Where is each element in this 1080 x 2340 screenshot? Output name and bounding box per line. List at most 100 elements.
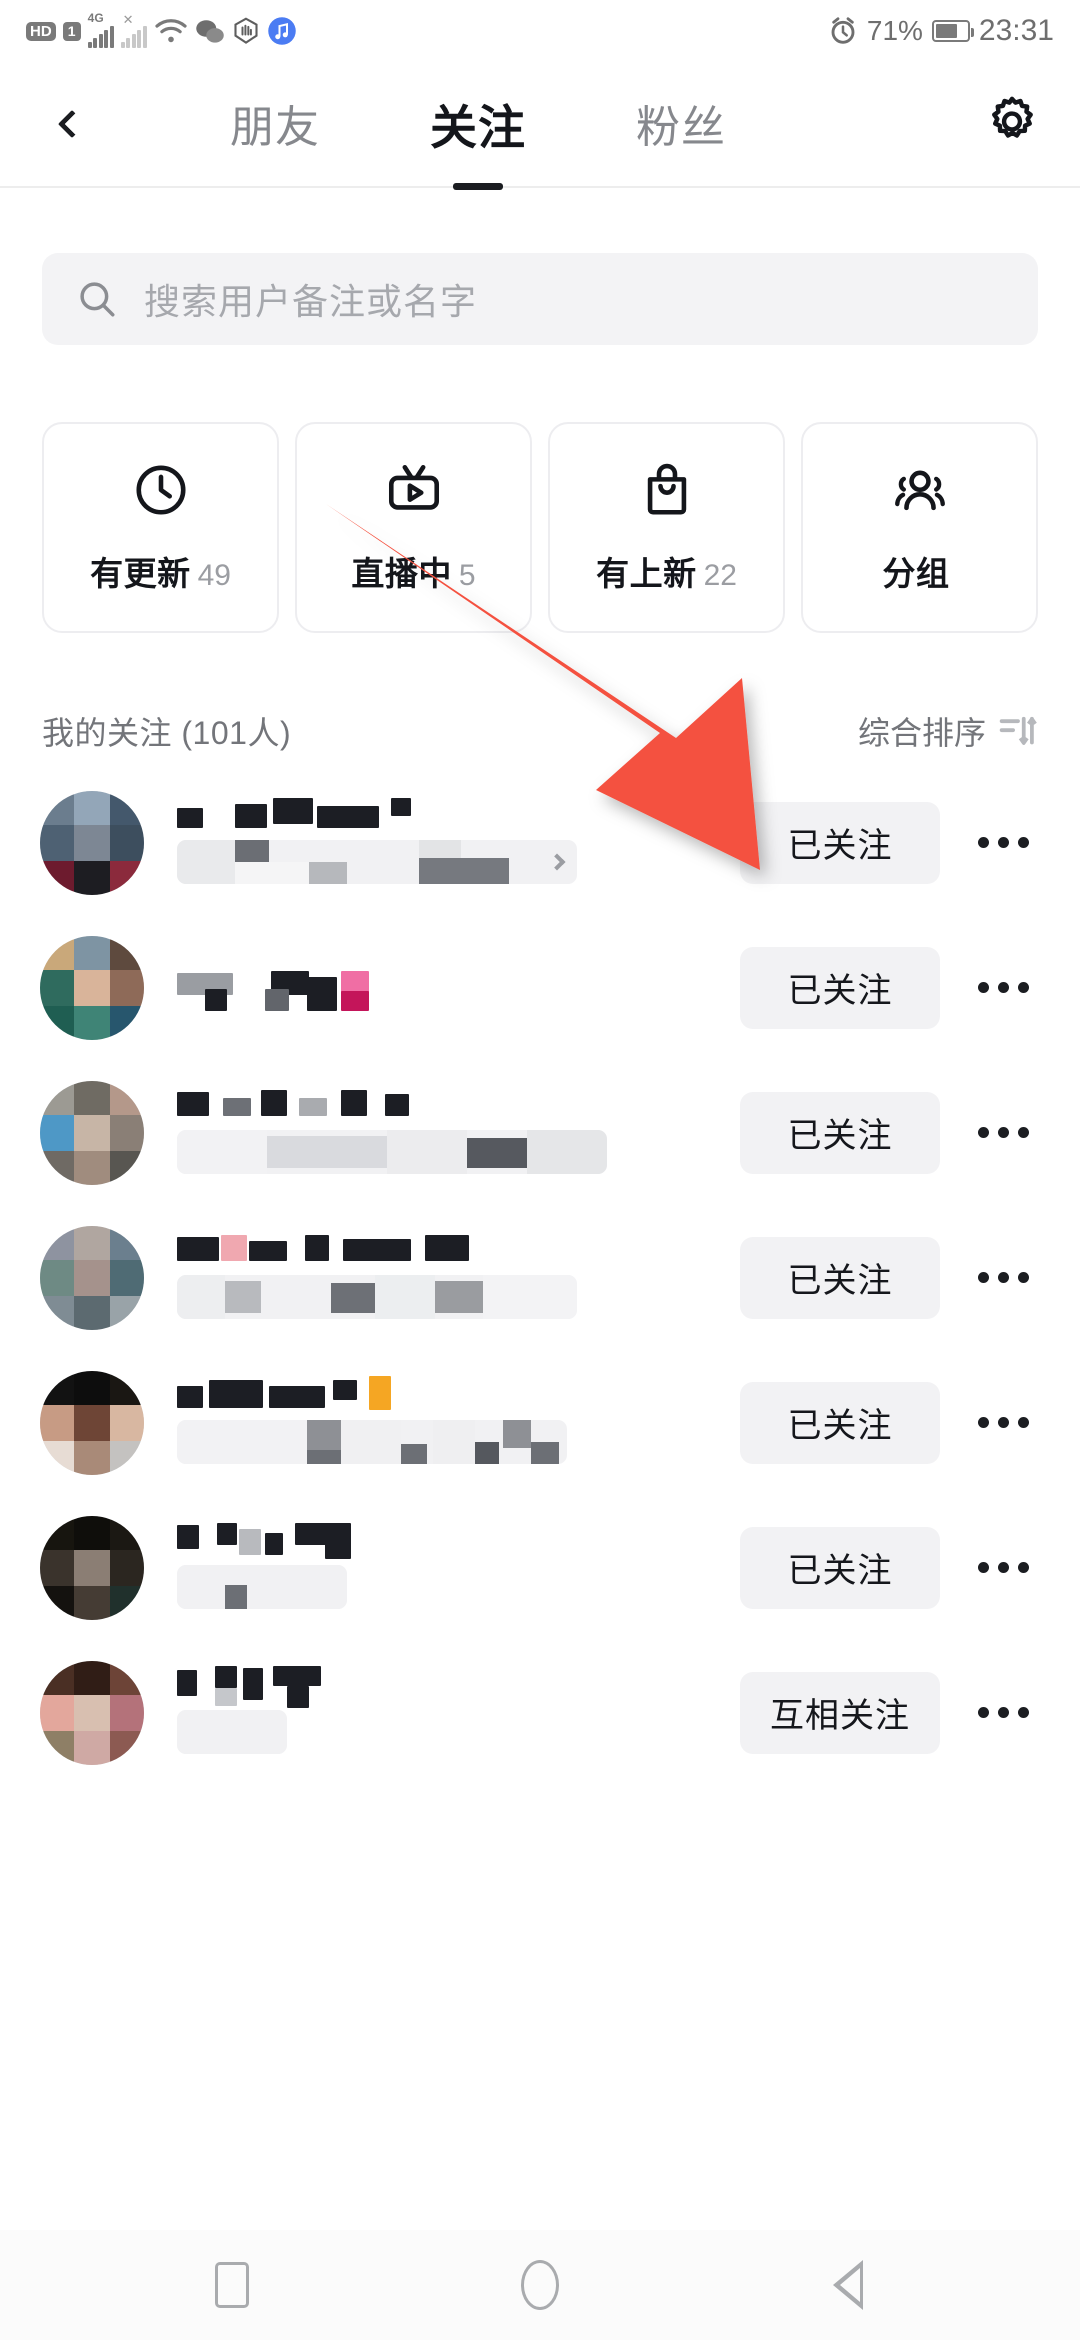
sort-icon: [999, 716, 1037, 745]
user-subtitle-chip[interactable]: [177, 1419, 567, 1464]
more-options-button[interactable]: [966, 1562, 1040, 1573]
wifi-icon: [155, 19, 187, 43]
tab-following[interactable]: 关注: [430, 89, 526, 162]
tab-fans[interactable]: 粉丝: [636, 91, 726, 159]
wechat-icon: [195, 20, 224, 43]
follow-status-button[interactable]: 已关注: [740, 1526, 940, 1609]
table-row[interactable]: 互相关注: [0, 1640, 1080, 1785]
card-new-items[interactable]: 有上新 22: [548, 422, 785, 633]
settings-button[interactable]: [984, 94, 1040, 155]
card-label: 有更新: [90, 554, 191, 592]
table-row[interactable]: 已关注: [0, 1495, 1080, 1640]
username-redacted: [177, 1089, 740, 1118]
table-row[interactable]: 已关注: [0, 770, 1080, 915]
status-bar-left: HD 1 4G ✕: [26, 11, 297, 48]
search-input[interactable]: 搜索用户备注或名字: [42, 253, 1038, 345]
username-redacted: [177, 970, 740, 1011]
search-placeholder: 搜索用户备注或名字: [144, 281, 478, 322]
sort-label: 综合排序: [857, 715, 986, 751]
clock-time: 23:31: [978, 14, 1054, 47]
top-navigation-bar: 朋友 关注 粉丝: [0, 62, 1080, 188]
more-dots-icon: [977, 1127, 989, 1138]
more-options-button[interactable]: [966, 1127, 1040, 1138]
follow-status-button[interactable]: 已关注: [740, 1236, 940, 1319]
table-row[interactable]: 已关注: [0, 1205, 1080, 1350]
more-options-button[interactable]: [966, 982, 1040, 993]
following-user-list: 已关注 已关注 已关注 已关注 已关注 已关注 互相关注: [0, 770, 1080, 1785]
card-has-update[interactable]: 有更新 49: [42, 422, 279, 633]
follow-status-button[interactable]: 已关注: [740, 946, 940, 1029]
recents-button[interactable]: [192, 2245, 272, 2325]
user-subtitle-chip[interactable]: [177, 1564, 347, 1609]
more-dots-icon: [977, 1272, 989, 1283]
more-dots-icon: [977, 1417, 989, 1428]
tab-bar: 朋友 关注 粉丝: [230, 62, 726, 188]
list-header: 我的关注 (101人) 综合排序: [42, 692, 1038, 770]
hand-icon: [234, 17, 258, 44]
home-circle-icon: [521, 2260, 559, 2310]
user-info: [177, 1661, 740, 1765]
more-options-button[interactable]: [966, 1417, 1040, 1428]
follow-status-button[interactable]: 已关注: [740, 1091, 940, 1174]
avatar[interactable]: [40, 1660, 144, 1765]
card-count: 5: [458, 558, 476, 592]
recents-square-icon: [215, 2262, 249, 2308]
card-label: 直播中: [351, 554, 452, 592]
search-icon: [80, 282, 115, 317]
table-row[interactable]: 已关注: [0, 1060, 1080, 1205]
clock-icon: [135, 464, 186, 515]
table-row[interactable]: 已关注: [0, 915, 1080, 1060]
user-subtitle-chip[interactable]: [177, 1709, 287, 1754]
user-info: [177, 1516, 740, 1620]
more-dots-icon: [977, 1562, 989, 1573]
battery-icon: [931, 20, 974, 42]
username-redacted: [177, 1665, 740, 1708]
chevron-left-icon: [57, 109, 87, 139]
card-count: 22: [703, 558, 737, 592]
back-button[interactable]: [42, 94, 102, 154]
alarm-icon: [831, 17, 855, 44]
sim-card-icon: 1: [62, 21, 81, 41]
follow-status-button[interactable]: 互相关注: [740, 1671, 940, 1754]
my-following-count: 我的关注 (101人): [42, 715, 292, 751]
avatar[interactable]: [40, 1370, 144, 1475]
more-options-button[interactable]: [966, 837, 1040, 848]
avatar[interactable]: [40, 1225, 144, 1330]
card-live-now[interactable]: 直播中 5: [295, 422, 532, 633]
sort-control[interactable]: 综合排序: [858, 708, 1038, 754]
user-info: [177, 791, 740, 895]
avatar[interactable]: [40, 935, 144, 1040]
follow-status-button[interactable]: 已关注: [740, 801, 940, 884]
user-info: [177, 1081, 740, 1185]
shopping-bag-icon: [647, 463, 686, 515]
avatar[interactable]: [40, 790, 144, 895]
more-dots-icon: [977, 837, 989, 848]
follow-status-button[interactable]: 已关注: [740, 1381, 940, 1464]
user-subtitle-chip[interactable]: [177, 1274, 577, 1319]
more-options-button[interactable]: [966, 1707, 1040, 1718]
card-label: 有上新: [596, 554, 697, 592]
card-groups[interactable]: 分组: [801, 422, 1038, 633]
home-button[interactable]: [500, 2245, 580, 2325]
hd-badge: HD: [26, 21, 56, 41]
tab-friends[interactable]: 朋友: [230, 91, 320, 159]
user-subtitle-chip[interactable]: [177, 1129, 607, 1174]
table-row[interactable]: 已关注: [0, 1350, 1080, 1495]
user-subtitle-chip[interactable]: [177, 839, 577, 884]
card-count: 49: [197, 558, 231, 592]
chevron-right-icon: [548, 853, 566, 870]
avatar[interactable]: [40, 1515, 144, 1620]
search-bar[interactable]: 搜索用户备注或名字: [42, 253, 1038, 345]
status-bar: HD 1 4G ✕ 71% 23:31: [0, 0, 1080, 62]
more-options-button[interactable]: [966, 1272, 1040, 1283]
user-info: [177, 936, 740, 1040]
signal-4g-icon: 4G: [87, 11, 114, 48]
battery-percent: 71%: [866, 15, 923, 46]
more-dots-icon: [977, 982, 989, 993]
username-redacted: [177, 1234, 740, 1263]
back-nav-button[interactable]: [808, 2245, 888, 2325]
gear-icon: [992, 96, 1033, 138]
avatar[interactable]: [40, 1080, 144, 1185]
status-bar-right: 71% 23:31: [828, 14, 1054, 48]
more-dots-icon: [977, 1707, 989, 1718]
